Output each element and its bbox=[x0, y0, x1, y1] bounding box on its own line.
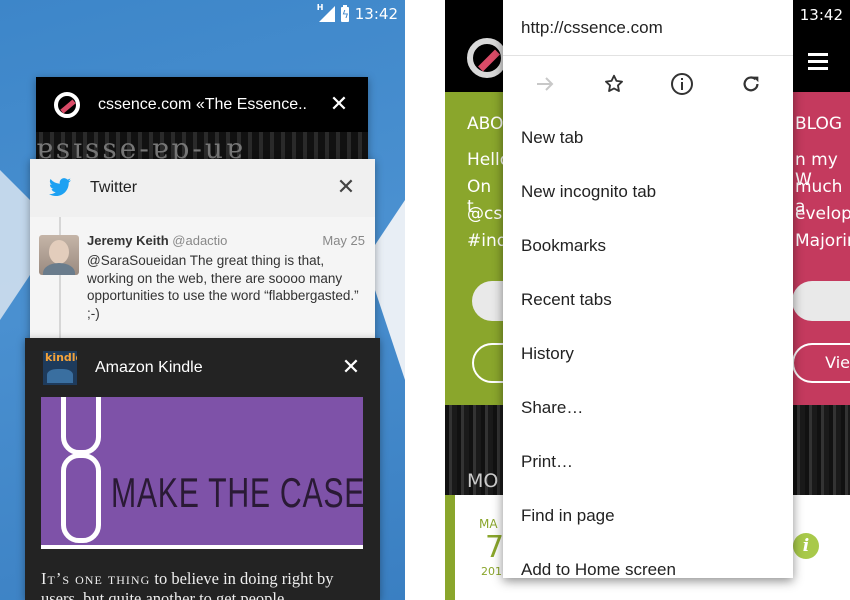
card-header: Twitter ✕ bbox=[30, 159, 375, 217]
bg-text: Majoring bbox=[795, 231, 850, 251]
clock: 13:42 bbox=[799, 6, 843, 24]
bg-text: #ind bbox=[467, 231, 508, 251]
network-type-label: H bbox=[316, 3, 324, 12]
bg-text: BLOG bbox=[795, 114, 843, 134]
forward-arrow-icon[interactable] bbox=[525, 64, 565, 104]
menu-item-new-tab[interactable]: New tab bbox=[503, 111, 793, 165]
post-accent bbox=[445, 495, 455, 600]
browser-screen: 13:42 ABO Hello On t @css #ind BLOG n my… bbox=[445, 0, 850, 600]
info-badge-icon[interactable]: i bbox=[793, 533, 819, 559]
post-month: MA bbox=[479, 517, 498, 531]
view-button-label: Vie bbox=[825, 353, 850, 372]
post-day: 7 bbox=[485, 530, 505, 565]
signal-icon: H bbox=[316, 3, 335, 22]
card-title: cssence.com «The Essence.. bbox=[98, 95, 307, 113]
author-handle: @adactio bbox=[172, 233, 228, 248]
recent-card-cssence[interactable]: cssence.com «The Essence.. ✕ ɐsᴉsse-ɐp-u… bbox=[36, 77, 368, 167]
close-icon[interactable]: ✕ bbox=[335, 177, 357, 199]
close-icon[interactable]: ✕ bbox=[328, 93, 350, 116]
recent-card-kindle[interactable]: kindle Amazon Kindle ✕ MAKE THE CASE It’… bbox=[25, 338, 380, 600]
tweet-date: May 25 bbox=[322, 233, 365, 248]
menu-item-recent-tabs[interactable]: Recent tabs bbox=[503, 273, 793, 327]
browser-overflow-menu: http://cssence.com New tab New incognito… bbox=[503, 0, 793, 578]
post-year: 201 bbox=[481, 565, 502, 578]
menu-url[interactable]: http://cssence.com bbox=[503, 0, 793, 56]
hamburger-menu-icon[interactable] bbox=[808, 53, 828, 74]
cssence-logo-icon bbox=[54, 91, 80, 118]
menu-item-history[interactable]: History bbox=[503, 327, 793, 381]
recent-card-twitter[interactable]: Twitter ✕ Jeremy Keith @adactio May 25 @… bbox=[30, 159, 375, 359]
menu-items: New tab New incognito tab Bookmarks Rece… bbox=[503, 111, 793, 578]
battery-icon: ϟ bbox=[340, 4, 350, 22]
menu-item-add-to-home-screen[interactable]: Add to Home screen bbox=[503, 543, 793, 578]
book-text: It’s one thing to believe in doing right… bbox=[41, 569, 371, 600]
reload-icon[interactable] bbox=[731, 64, 771, 104]
menu-icon-row bbox=[503, 56, 793, 112]
recents-screen: H ϟ 13:42 cssence.com «The Essence.. ✕ ɐ… bbox=[0, 0, 405, 600]
menu-item-bookmarks[interactable]: Bookmarks bbox=[503, 219, 793, 273]
card-header: cssence.com «The Essence.. ✕ bbox=[36, 77, 368, 132]
author-name: Jeremy Keith bbox=[87, 233, 169, 248]
chapter-title: MAKE THE CASE bbox=[111, 469, 363, 516]
status-bar: H ϟ 13:42 bbox=[316, 0, 405, 28]
blog-button[interactable] bbox=[792, 281, 850, 321]
kindle-icon-label: kindle bbox=[45, 350, 77, 364]
menu-item-print[interactable]: Print… bbox=[503, 435, 793, 489]
clock: 13:42 bbox=[354, 5, 398, 23]
section-heading: MO bbox=[467, 470, 499, 492]
bg-text: evelop bbox=[795, 204, 850, 224]
book-page: MAKE THE CASE It’s one thing to believe … bbox=[41, 397, 363, 600]
menu-item-find-in-page[interactable]: Find in page bbox=[503, 489, 793, 543]
close-icon[interactable]: ✕ bbox=[340, 356, 362, 379]
card-title: Twitter bbox=[90, 179, 138, 196]
site-logo-icon[interactable] bbox=[467, 38, 507, 78]
card-header: kindle Amazon Kindle ✕ bbox=[25, 338, 380, 397]
kindle-icon: kindle bbox=[43, 350, 77, 385]
info-icon[interactable] bbox=[662, 64, 702, 104]
tweet-text: @SaraSoueidan The great thing is that, w… bbox=[87, 253, 359, 321]
tweet-author: Jeremy Keith @adactio bbox=[87, 233, 227, 248]
chapter-number-graphic bbox=[61, 397, 101, 547]
chapter-banner: MAKE THE CASE bbox=[41, 397, 363, 549]
book-text-lead: It’s one thing bbox=[41, 569, 151, 588]
twitter-bird-icon bbox=[49, 178, 71, 197]
menu-item-new-incognito-tab[interactable]: New incognito tab bbox=[503, 165, 793, 219]
menu-item-share[interactable]: Share… bbox=[503, 381, 793, 435]
card-title: Amazon Kindle bbox=[95, 358, 203, 376]
divider bbox=[41, 545, 363, 549]
star-icon[interactable] bbox=[594, 64, 634, 104]
bg-text: ABO bbox=[467, 114, 504, 134]
avatar bbox=[39, 235, 79, 275]
